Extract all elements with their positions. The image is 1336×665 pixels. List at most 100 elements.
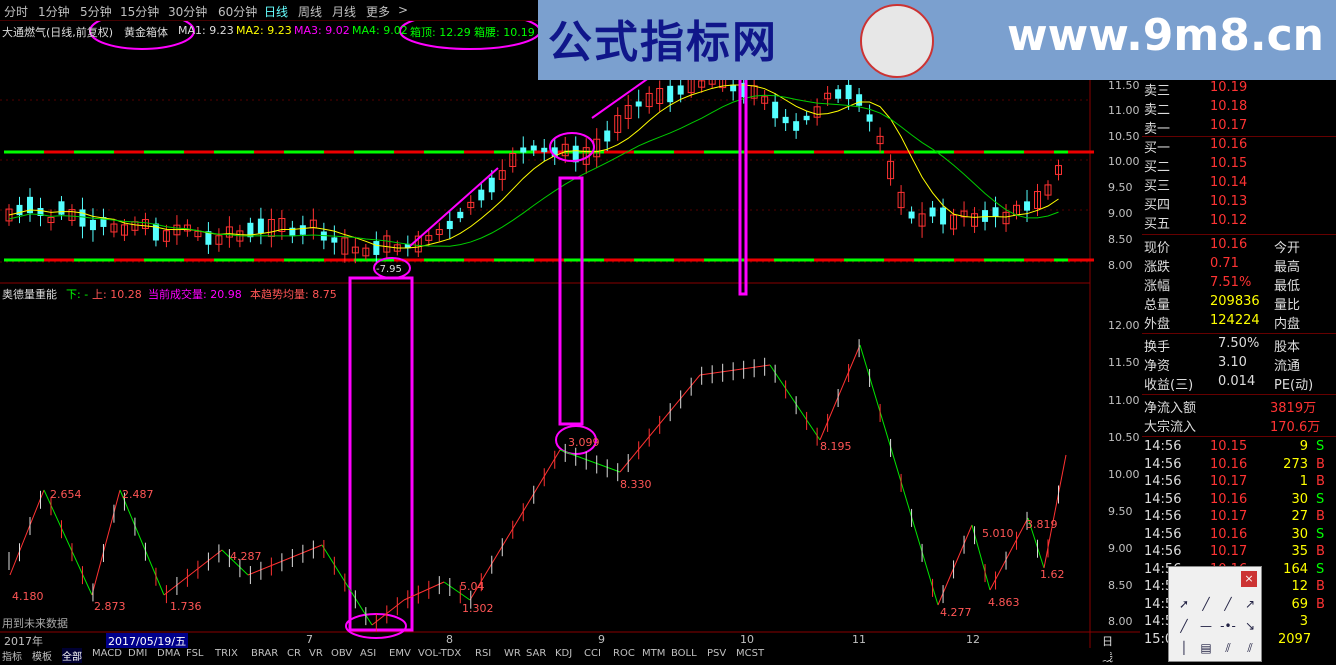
tick-price: 10.17 [1210, 474, 1248, 489]
tick-row: 14:56 10.16 273 B [1144, 457, 1336, 475]
indicator-tab[interactable]: EMV [389, 648, 411, 659]
tick-side: S [1316, 439, 1325, 454]
indicator-tab[interactable]: ROC [613, 648, 635, 659]
period-button[interactable]: 周线 [298, 3, 322, 20]
indicator-tab[interactable]: FSL [186, 648, 204, 659]
indicator-tab[interactable]: VOL-TDX [418, 648, 461, 659]
zigzag-segment [699, 364, 771, 376]
period-button[interactable]: 5分钟 [80, 3, 112, 20]
vline-tool-icon[interactable]: │ [1175, 639, 1193, 657]
order-book-row: 卖三 10.19 [1144, 80, 1336, 99]
stock-title: 大通燃气(日线,前复权) [2, 26, 114, 39]
period-button[interactable]: 日线 [264, 3, 288, 20]
tick-row: 14:56 10.17 1 B [1144, 474, 1336, 492]
hline-tool-icon[interactable]: — [1197, 617, 1215, 635]
indicator-tabs: 指标 模板 全部 MACD DMI DMA FSL TRIX BRAR CR VR OBV ASI EMV… [0, 648, 1110, 663]
date-label: 2017/05/19/五 [106, 633, 189, 649]
zigzag-segment [819, 344, 861, 441]
candle-body [457, 211, 464, 219]
indicator-tab[interactable]: CCI [584, 648, 601, 659]
sub-value-label: 5.010 [982, 527, 1014, 540]
indicator-tab[interactable]: CR [287, 648, 301, 659]
indicator-tab[interactable]: SAR [526, 648, 546, 659]
order-book-row: 买四 10.13 [1144, 194, 1336, 213]
candle-body [803, 115, 810, 121]
ray-tool-icon[interactable]: ╱ [1219, 595, 1237, 613]
box-waist-value: 箱腰: 10.19 [474, 26, 535, 39]
indicator-tab[interactable]: MACD [92, 648, 122, 659]
indicator-tab[interactable]: 指标 [2, 648, 22, 663]
indicator-tab[interactable]: WR [504, 648, 521, 659]
indicator-tab[interactable]: MCST [736, 648, 764, 659]
period-button[interactable]: 分时 [4, 3, 28, 20]
candle-body [257, 218, 264, 234]
watermark-banner: 公式指标网 www.9m8.cn [538, 0, 1336, 80]
indicator-tab[interactable]: MTM [642, 648, 665, 659]
stats-value: 3.10 [1218, 355, 1247, 370]
indicator-tab[interactable]: KDJ [555, 648, 572, 659]
indicator-tab[interactable]: VR [309, 648, 323, 659]
flow-row: 净流入额 3819万 [1144, 397, 1336, 416]
indicator-tab[interactable]: DMA [157, 648, 180, 659]
sub-value-label: 1.736 [170, 600, 202, 613]
indicator-tab[interactable]: TRIX [215, 648, 238, 659]
flow-label: 净流入额 [1144, 401, 1197, 416]
indicator-tab[interactable]: PSV [707, 648, 726, 659]
indicator-tab[interactable]: OBV [331, 648, 352, 659]
sub-tick-label: 9.50 [1108, 505, 1133, 518]
candle-body [373, 241, 380, 255]
indicator-tab[interactable]: DMI [128, 648, 147, 659]
period-button[interactable]: 更多 [366, 3, 390, 20]
stats-row: 收益(三) 0.014 PE(动) [1144, 374, 1336, 393]
tick-row: 14:56 10.17 27 B [1144, 509, 1336, 527]
trend-tool-icon[interactable]: ↘ [1241, 617, 1259, 635]
order-label: 买一 [1144, 141, 1171, 156]
stats-label: 收益(三) [1144, 378, 1194, 393]
line-tool-icon[interactable]: ╱ [1197, 595, 1215, 613]
segment-tool-icon[interactable]: ╱ [1175, 617, 1193, 635]
indicator-tab[interactable]: 全部 [62, 648, 82, 663]
sub-value-label: 1.302 [462, 602, 494, 615]
peak-marker-ellipse [549, 132, 595, 162]
level-tool-icon[interactable]: -•- [1219, 617, 1237, 635]
arrow-tool-icon[interactable]: ↗ [1241, 595, 1259, 613]
quote-value: 7.51% [1210, 275, 1252, 290]
close-icon[interactable]: × [1241, 571, 1257, 587]
indicator-tab[interactable]: ASI [360, 648, 376, 659]
indicator-tab[interactable]: 模板 [32, 648, 52, 663]
sub-tick-label: 8.00 [1108, 615, 1133, 628]
period-button[interactable]: 15分钟 [120, 3, 159, 20]
quote-label2: 内盘 [1274, 317, 1301, 332]
period-button[interactable]: 60分钟 [218, 3, 257, 20]
quote-value: 10.16 [1210, 237, 1248, 252]
quote-label: 现价 [1144, 241, 1171, 256]
tick-volume: 27 [1291, 509, 1308, 524]
indicator-tab[interactable]: BRAR [251, 648, 278, 659]
channel-tool-icon[interactable]: ⫽ [1241, 639, 1259, 657]
order-label: 卖一 [1144, 122, 1171, 137]
tick-side: B [1316, 456, 1325, 472]
order-price: 10.17 [1210, 118, 1248, 133]
period-button[interactable]: 月线 [332, 3, 356, 20]
sub-value-label: 2.487 [122, 488, 154, 501]
order-price: 10.15 [1210, 156, 1248, 171]
indicator-tab[interactable]: BOLL [671, 648, 697, 659]
trend-average: 本趋势均量: 8.75 [250, 288, 337, 301]
price-chart[interactable]: 11.50 11.00 10.50 10.00 9.50 9.00 8.50 8.00 12.0… [0, 0, 1140, 660]
period-button[interactable]: 30分钟 [168, 3, 207, 20]
indicator-tab[interactable]: RSI [475, 648, 491, 659]
sub-tick-label: 12.00 [1108, 319, 1140, 332]
box-top-value: 箱顶: 12.29 [410, 26, 471, 39]
candle-body [982, 210, 989, 222]
cursor-icon[interactable]: ➚ [1175, 595, 1193, 613]
period-button[interactable]: > [398, 3, 408, 17]
fib-tool-icon[interactable]: ▤ [1197, 639, 1215, 657]
sub-value-label: 4.277 [940, 606, 972, 619]
zigzag-segment [769, 364, 821, 441]
period-button[interactable]: 1分钟 [38, 3, 70, 20]
candle-body [793, 121, 800, 131]
candle-body [152, 223, 159, 241]
quote-label: 涨跌 [1144, 260, 1171, 275]
parallel-tool-icon[interactable]: ⫽ [1219, 639, 1237, 657]
highlight-rect [348, 276, 414, 632]
